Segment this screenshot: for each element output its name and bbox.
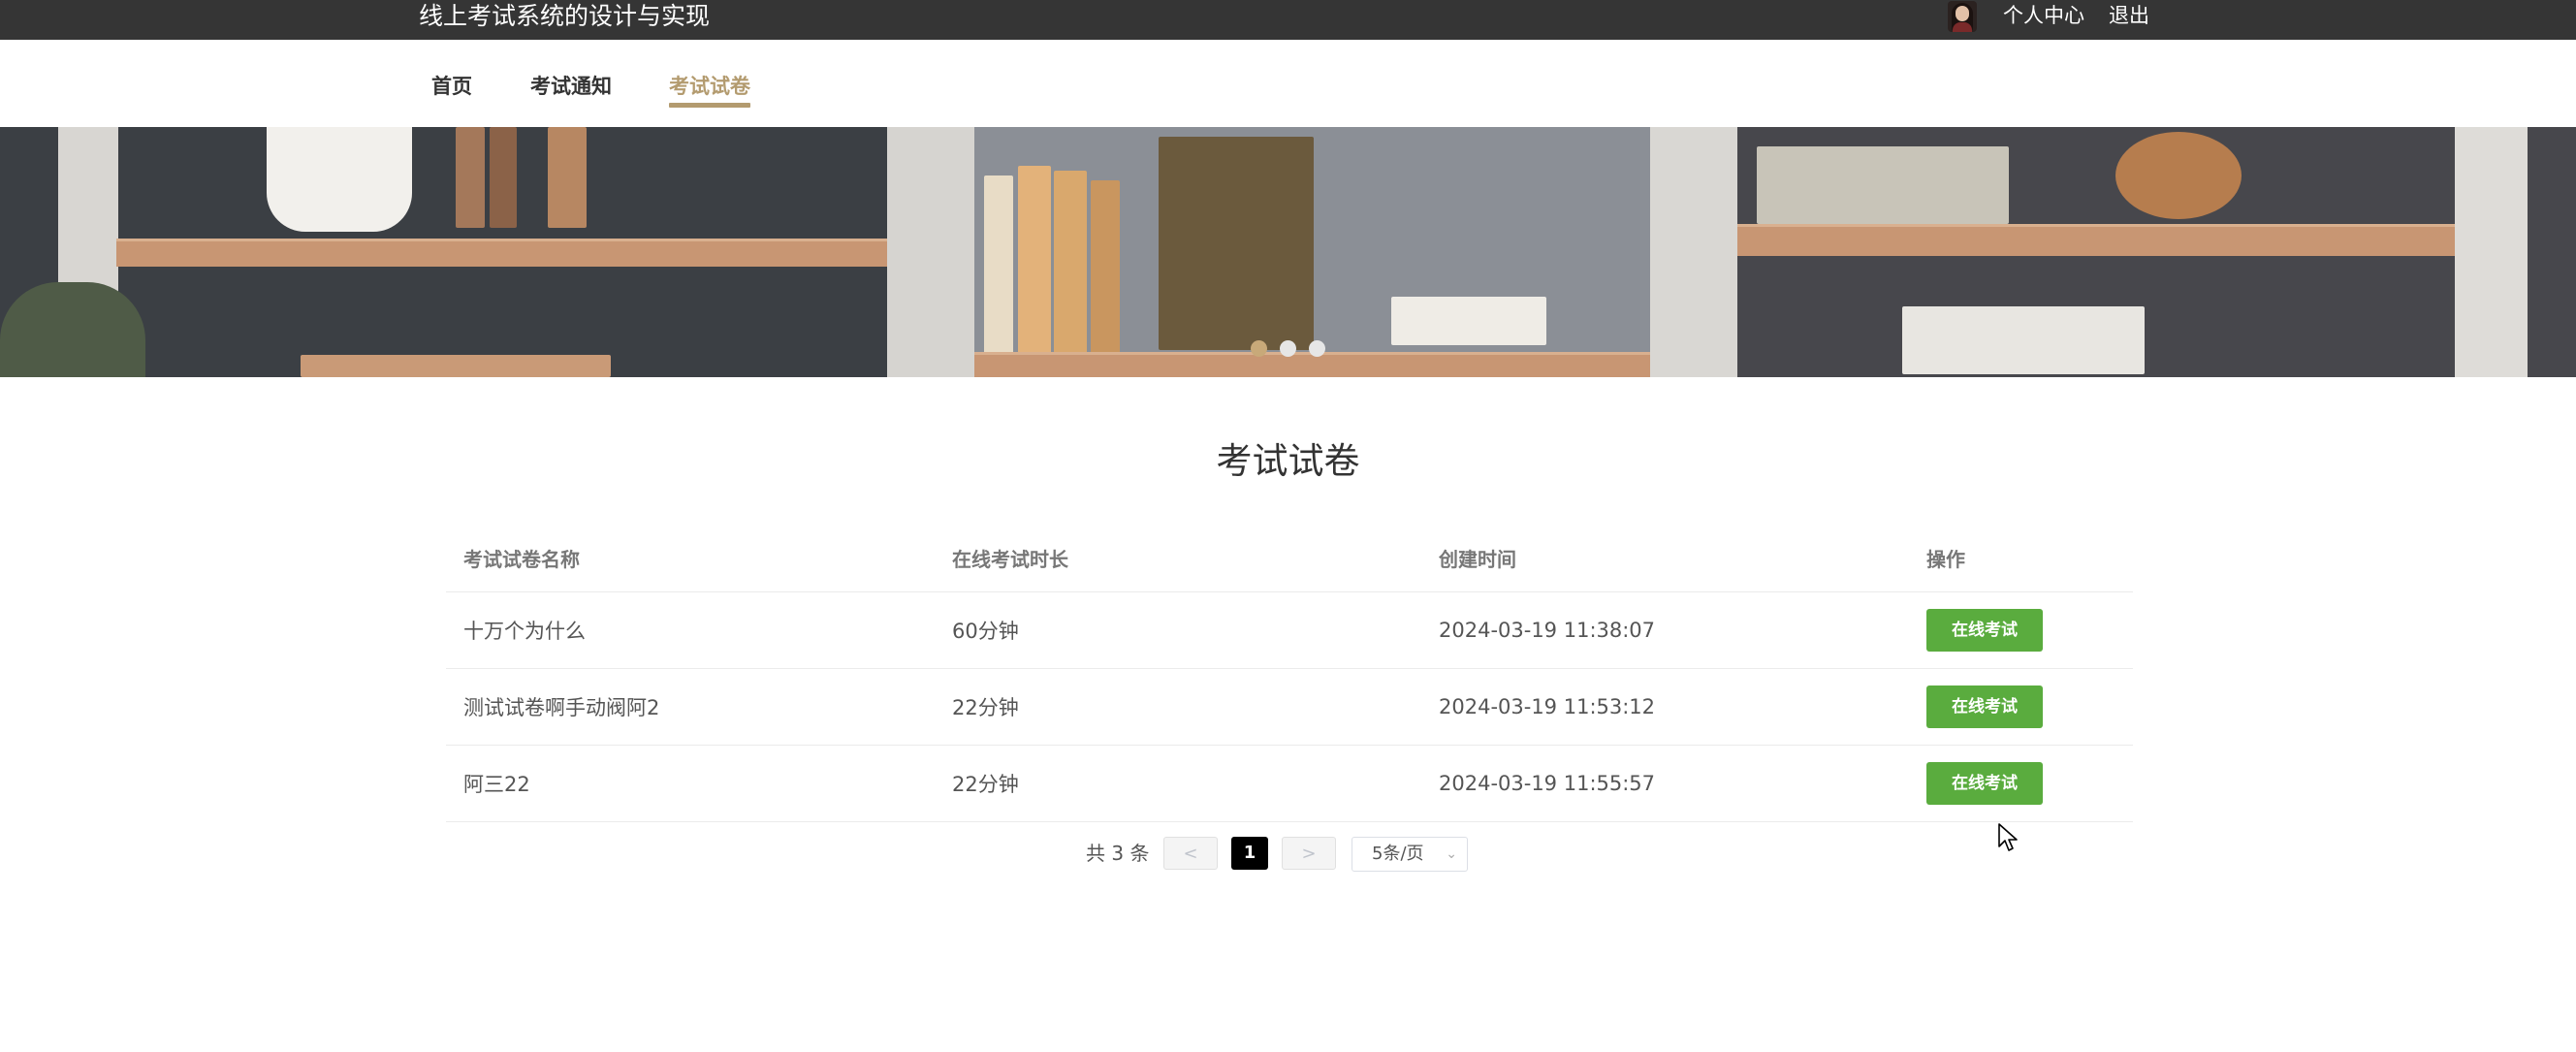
paper-name: 测试试卷啊手动阀阿2 (463, 696, 660, 719)
column-header-name: 考试试卷名称 (463, 547, 580, 571)
paper-created-time: 2024-03-19 11:38:07 (1439, 619, 1656, 642)
prev-page-button[interactable]: < (1163, 837, 1218, 870)
paper-duration: 22分钟 (952, 696, 1019, 719)
banner-book (1091, 180, 1120, 360)
banner-book-stack (1757, 146, 2009, 224)
paper-name: 阿三22 (463, 773, 530, 796)
carousel-indicators (1251, 340, 1328, 360)
avatar-body (1953, 22, 1972, 32)
banner-papers (1902, 306, 2145, 374)
banner-book (984, 175, 1013, 360)
paper-duration: 60分钟 (952, 620, 1019, 643)
main-nav: 首页 考试通知 考试试卷 (0, 40, 2576, 127)
profile-link[interactable]: 个人中心 (2003, 0, 2084, 31)
table-row: 阿三22 22分钟 2024-03-19 11:55:57 在线考试 (446, 746, 2133, 822)
banner-book (548, 127, 587, 228)
carousel-dot[interactable] (1251, 340, 1267, 357)
column-header-created: 创建时间 (1439, 547, 1516, 571)
banner-shelf (116, 239, 887, 267)
nav-item-exam-papers-label: 考试试卷 (669, 75, 750, 98)
top-bar: 线上考试系统的设计与实现 个人中心 退出 (0, 0, 2576, 40)
banner-vase (267, 127, 412, 232)
banner-book (456, 127, 485, 228)
nav-item-exam-papers[interactable]: 考试试卷 (669, 67, 750, 108)
banner-shelf-post (2455, 127, 2528, 377)
nav-active-underline (669, 103, 750, 108)
chevron-down-icon: ⌄ (1446, 846, 1457, 862)
action-cell: 在线考试 (1926, 592, 2043, 668)
banner-dried-flowers (2115, 132, 2242, 219)
banner-slide-left (0, 127, 887, 377)
next-page-button[interactable]: > (1282, 837, 1336, 870)
table-row: 测试试卷啊手动阀阿2 22分钟 2024-03-19 11:53:12 在线考试 (446, 669, 2133, 746)
paper-created-time: 2024-03-19 11:55:57 (1439, 772, 1656, 795)
exam-paper-table: 考试试卷名称 在线考试时长 创建时间 操作 十万个为什么 60分钟 2024-0… (446, 524, 2133, 822)
carousel-dot[interactable] (1309, 340, 1325, 357)
logout-link[interactable]: 退出 (2109, 0, 2149, 31)
pagination-total: 共 3 条 (1086, 842, 1150, 865)
page-title: 考试试卷 (1216, 440, 1360, 482)
banner-book (1054, 171, 1087, 360)
start-exam-button[interactable]: 在线考试 (1926, 762, 2043, 805)
paper-duration: 22分钟 (952, 773, 1019, 796)
paper-name: 十万个为什么 (463, 620, 586, 643)
nav-item-exam-notice[interactable]: 考试通知 (530, 67, 612, 106)
banner-shelf-post (1650, 127, 1737, 377)
paper-created-time: 2024-03-19 11:53:12 (1439, 695, 1656, 718)
page-size-select[interactable]: 5条/页 ⌄ (1352, 837, 1468, 872)
banner-shelf-bottom (301, 355, 611, 377)
action-cell: 在线考试 (1926, 746, 2043, 821)
page-number-1[interactable]: 1 (1231, 837, 1268, 870)
banner-plant (0, 282, 145, 377)
avatar-face (1956, 6, 1969, 21)
banner-book (1018, 166, 1051, 360)
banner-book-stack (1391, 297, 1546, 345)
mouse-cursor-icon (1998, 823, 2018, 851)
banner-carved-panel (1159, 137, 1314, 350)
table-row: 十万个为什么 60分钟 2024-03-19 11:38:07 在线考试 (446, 592, 2133, 669)
column-header-duration: 在线考试时长 (952, 547, 1068, 571)
site-title: 线上考试系统的设计与实现 (419, 2, 711, 30)
banner-shelf-post (887, 127, 974, 377)
page-size-value: 5条/页 (1372, 844, 1424, 864)
banner-shelf (1737, 224, 2513, 256)
action-cell: 在线考试 (1926, 669, 2043, 745)
banner-carousel[interactable] (0, 127, 2576, 377)
avatar[interactable] (1948, 1, 1977, 32)
start-exam-button[interactable]: 在线考试 (1926, 609, 2043, 652)
banner-book (490, 127, 517, 228)
nav-item-home[interactable]: 首页 (431, 67, 472, 106)
carousel-dot[interactable] (1280, 340, 1296, 357)
column-header-action: 操作 (1926, 547, 1965, 571)
table-header: 考试试卷名称 在线考试时长 创建时间 操作 (446, 524, 2133, 592)
start-exam-button[interactable]: 在线考试 (1926, 685, 2043, 728)
banner-slide-right (1650, 127, 2576, 377)
